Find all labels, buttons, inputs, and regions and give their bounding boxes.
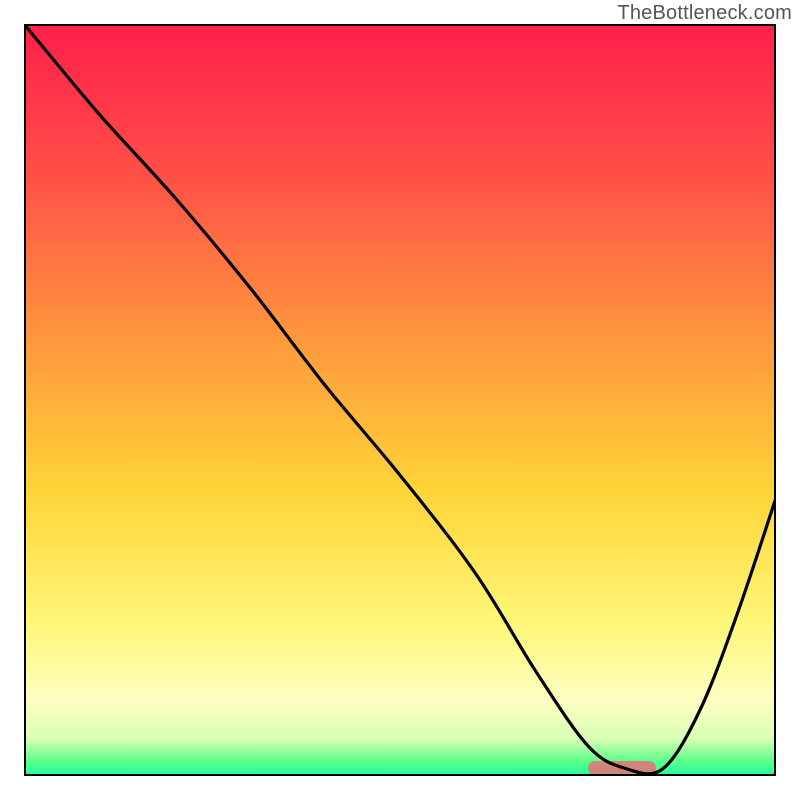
bottleneck-curve (24, 24, 776, 776)
watermark-text: TheBottleneck.com (617, 2, 792, 25)
plot-area (24, 24, 776, 776)
chart-container: TheBottleneck.com (0, 0, 800, 800)
